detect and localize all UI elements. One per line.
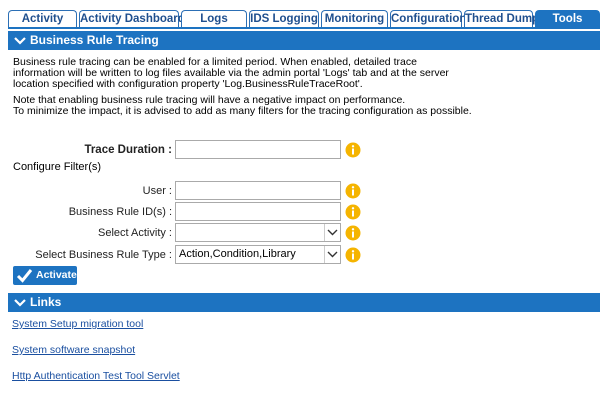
section-title: Business Rule Tracing: [30, 33, 159, 47]
tab-configuration[interactable]: Configuration: [390, 10, 466, 27]
chevron-down-icon: [327, 229, 338, 236]
tracing-description: Business rule tracing can be enabled for…: [13, 57, 453, 90]
info-icon[interactable]: [345, 225, 361, 241]
activate-button[interactable]: Activate: [13, 266, 77, 285]
tracing-note: Note that enabling business rule tracing…: [13, 95, 513, 117]
chevron-down-icon: [14, 37, 26, 45]
tab-logs[interactable]: Logs: [181, 10, 247, 27]
tab-monitoring[interactable]: Monitoring: [321, 10, 388, 27]
tab-underline: [8, 27, 600, 29]
rule-type-selected-value: Action,Condition,Library: [179, 248, 296, 260]
link-http-auth-test-tool[interactable]: Http Authentication Test Tool Servlet: [12, 370, 180, 382]
rule-ids-label: Business Rule ID(s) :: [68, 206, 172, 218]
info-icon[interactable]: [345, 247, 361, 263]
user-label: User :: [142, 185, 172, 197]
link-system-setup-migration[interactable]: System Setup migration tool: [12, 318, 143, 330]
tab-activity-dashboards[interactable]: Activity Dashboards: [79, 10, 191, 27]
rule-type-label: Select Business Rule Type :: [35, 249, 172, 261]
tab-tools[interactable]: Tools: [535, 10, 600, 27]
tab-bar: Activity Activity Dashboards Logs IDS Lo…: [0, 0, 600, 29]
tab-ids-logging[interactable]: IDS Logging: [249, 10, 319, 27]
user-input[interactable]: [175, 181, 341, 200]
note-line: To minimize the impact, it is advised to…: [13, 105, 472, 117]
activity-label: Select Activity :: [98, 227, 172, 239]
dropdown-arrow: [324, 224, 340, 241]
info-icon[interactable]: [345, 142, 361, 158]
description-line: location specified with configuration pr…: [13, 78, 363, 90]
activate-label: Activate: [36, 269, 77, 281]
rule-ids-input[interactable]: [175, 202, 341, 221]
links-header[interactable]: Links: [8, 293, 600, 312]
trace-duration-label: Trace Duration :: [84, 144, 172, 156]
checkmark-icon: [16, 269, 33, 283]
rule-type-select[interactable]: Action,Condition,Library: [175, 245, 341, 264]
chevron-down-icon: [327, 251, 338, 258]
configure-filters-label: Configure Filter(s): [13, 161, 102, 173]
tab-thread-dump[interactable]: Thread Dump: [464, 10, 539, 27]
trace-duration-input[interactable]: [175, 140, 341, 159]
chevron-down-icon: [14, 299, 26, 307]
info-icon[interactable]: [345, 183, 361, 199]
activity-select[interactable]: [175, 223, 341, 242]
dropdown-arrow: [324, 246, 340, 263]
section-title: Links: [30, 295, 62, 309]
info-icon[interactable]: [345, 204, 361, 220]
tab-activity[interactable]: Activity: [8, 10, 77, 27]
business-rule-tracing-header[interactable]: Business Rule Tracing: [8, 31, 600, 50]
link-system-software-snapshot[interactable]: System software snapshot: [12, 344, 135, 356]
